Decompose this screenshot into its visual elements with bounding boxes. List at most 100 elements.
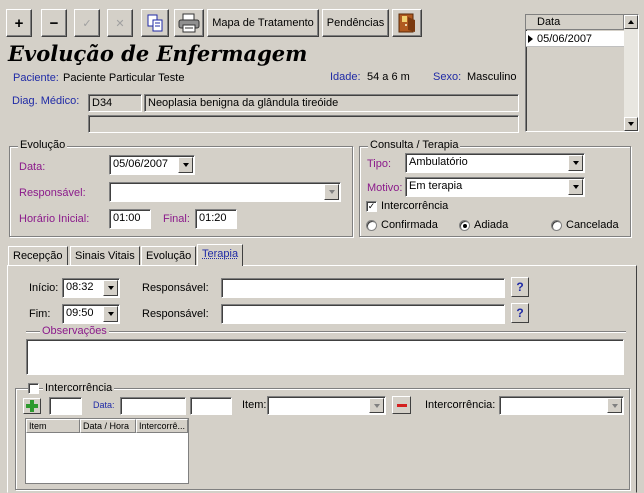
responsavel1-help-button[interactable]: ? (511, 277, 529, 297)
motivo-select[interactable]: Em terapia (405, 177, 585, 197)
pendencias-button[interactable]: Pendências (322, 9, 389, 37)
paciente-label: Paciente: (13, 72, 59, 84)
calendar-dropdown-button[interactable] (178, 157, 193, 173)
item-dropdown-button[interactable] (369, 398, 384, 413)
status-radio-confirmada[interactable] (366, 220, 377, 231)
date-grid-scrollbar[interactable] (624, 15, 638, 131)
minus-icon (396, 403, 407, 407)
responsavel2-help-button[interactable]: ? (511, 303, 529, 323)
tipo-select[interactable]: Ambulatório (405, 153, 585, 173)
status-radio-adiada[interactable] (459, 220, 470, 231)
fim-label: Fim: (29, 308, 51, 320)
remove-button[interactable]: − (41, 9, 67, 37)
intercorrencia-checkbox[interactable]: ✓ (366, 201, 377, 212)
tab-evolucao[interactable]: Evolução (141, 246, 197, 265)
horario-final-field[interactable]: 01:20 (195, 209, 237, 229)
inicio-dropdown-button[interactable] (103, 280, 118, 296)
horario-final-label: Final: (163, 213, 190, 225)
idade-label: Idade: (330, 71, 361, 83)
terapia-responsavel2-field[interactable] (221, 304, 505, 324)
grid-header-data-hora[interactable]: Data / Hora (80, 419, 136, 433)
confirm-button[interactable]: ✓ (74, 9, 100, 37)
evolucao-responsavel-select[interactable] (109, 182, 341, 202)
printer-icon (178, 13, 200, 33)
evolucao-data-value: 05/06/2007 (113, 158, 169, 170)
diag-extra-field (88, 115, 519, 133)
intercorrencia-dropdown-button[interactable] (607, 398, 622, 413)
diag-code-field: D34 (88, 94, 142, 112)
fim-dropdown-button[interactable] (103, 306, 118, 322)
intercorrencia-add-button[interactable] (23, 398, 41, 414)
grid-header-item[interactable]: Item (26, 419, 80, 433)
intercorrencia-hora-field[interactable] (190, 397, 232, 415)
terapia-responsavel2-label: Responsável: (142, 308, 209, 320)
intercorrencia-panel-checkbox[interactable] (28, 383, 39, 394)
status-label-adiada: Adiada (474, 219, 509, 231)
plus-icon (26, 400, 38, 412)
horario-inicial-label: Horário Inicial: (19, 213, 90, 225)
diag-desc-field: Neoplasia benigna da glândula tireóide (144, 94, 519, 112)
horario-inicial-field[interactable]: 01:00 (109, 209, 151, 229)
status-label-cancelada: Cancelada (566, 219, 619, 231)
intercorrencia-code-field[interactable] (49, 397, 82, 415)
item-label: Item: (242, 399, 267, 411)
terapia-responsavel1-field[interactable] (221, 278, 505, 298)
date-grid-cell: 05/06/2007 (537, 33, 593, 45)
motivo-label: Motivo: (367, 182, 403, 194)
intercorrencia-select[interactable] (499, 396, 624, 415)
item-select[interactable] (267, 396, 386, 415)
diag-label: Diag. Médico: (12, 95, 80, 107)
exit-button[interactable] (392, 9, 422, 37)
row-pointer-icon (528, 35, 533, 43)
intercorrencia-grid[interactable]: Item Data / Hora Intercorrê... (25, 418, 189, 484)
inicio-value: 08:32 (66, 281, 94, 293)
tipo-value: Ambulatório (409, 156, 468, 168)
observacoes-divider (26, 331, 626, 333)
fim-field[interactable]: 09:50 (62, 304, 120, 324)
sexo-label: Sexo: (433, 71, 462, 83)
status-radio-cancelada[interactable] (551, 220, 562, 231)
sexo-value: Masculino (467, 71, 517, 83)
evolucao-group-title: Evolução (18, 139, 68, 151)
evolucao-data-label: Data: (19, 161, 46, 173)
intercorrencia-data-label: Data: (93, 400, 115, 410)
scroll-up-button[interactable] (624, 15, 638, 29)
intercorrencia-checkbox-label: Intercorrência (381, 200, 449, 212)
intercorrencia-remove-button[interactable] (392, 396, 411, 414)
idade-value: 54 a 6 m (367, 71, 410, 83)
page-title: Evolução de Enfermagem (8, 41, 308, 66)
paciente-value: Paciente Particular Teste (63, 72, 185, 84)
exit-door-icon (398, 13, 415, 33)
observacoes-textarea[interactable] (26, 339, 624, 375)
add-button[interactable]: + (6, 9, 32, 37)
intercorrencia-data-field[interactable] (120, 397, 186, 415)
status-label-confirmada: Confirmada (381, 219, 438, 231)
inicio-label: Início: (29, 282, 59, 294)
mapa-tratamento-button[interactable]: Mapa de Tratamento (207, 9, 319, 37)
intercorrencia-panel-title: Intercorrência (43, 382, 115, 394)
date-grid[interactable]: Data 05/06/2007 (525, 14, 639, 132)
date-grid-row[interactable]: 05/06/2007 (526, 31, 624, 47)
consulta-group-title: Consulta / Terapia (368, 139, 461, 151)
scroll-down-button[interactable] (624, 117, 638, 131)
fim-value: 09:50 (66, 307, 94, 319)
motivo-value: Em terapia (409, 180, 463, 192)
terapia-responsavel1-label: Responsável: (142, 282, 209, 294)
observacoes-title: Observações (40, 325, 109, 337)
tipo-dropdown-button[interactable] (568, 155, 583, 171)
tab-terapia[interactable]: Terapia (197, 244, 244, 266)
grid-header-intercorrencia[interactable]: Intercorrê... (136, 419, 188, 433)
date-grid-header: Data (526, 15, 624, 30)
tab-sinais-vitais[interactable]: Sinais Vitais (70, 246, 140, 265)
intercorrencia-select-label: Intercorrência: (425, 399, 496, 411)
evolucao-data-field[interactable]: 05/06/2007 (109, 155, 195, 175)
print-button[interactable] (174, 9, 204, 37)
inicio-field[interactable]: 08:32 (62, 278, 120, 298)
responsavel-dropdown-button[interactable] (324, 184, 339, 200)
evolucao-responsavel-label: Responsável: (19, 187, 86, 199)
motivo-dropdown-button[interactable] (568, 179, 583, 195)
copy-button[interactable] (141, 9, 169, 37)
copy-icon (147, 14, 163, 32)
cancel-button[interactable]: ✕ (107, 9, 133, 37)
tab-recepcao[interactable]: Recepção (8, 246, 68, 265)
